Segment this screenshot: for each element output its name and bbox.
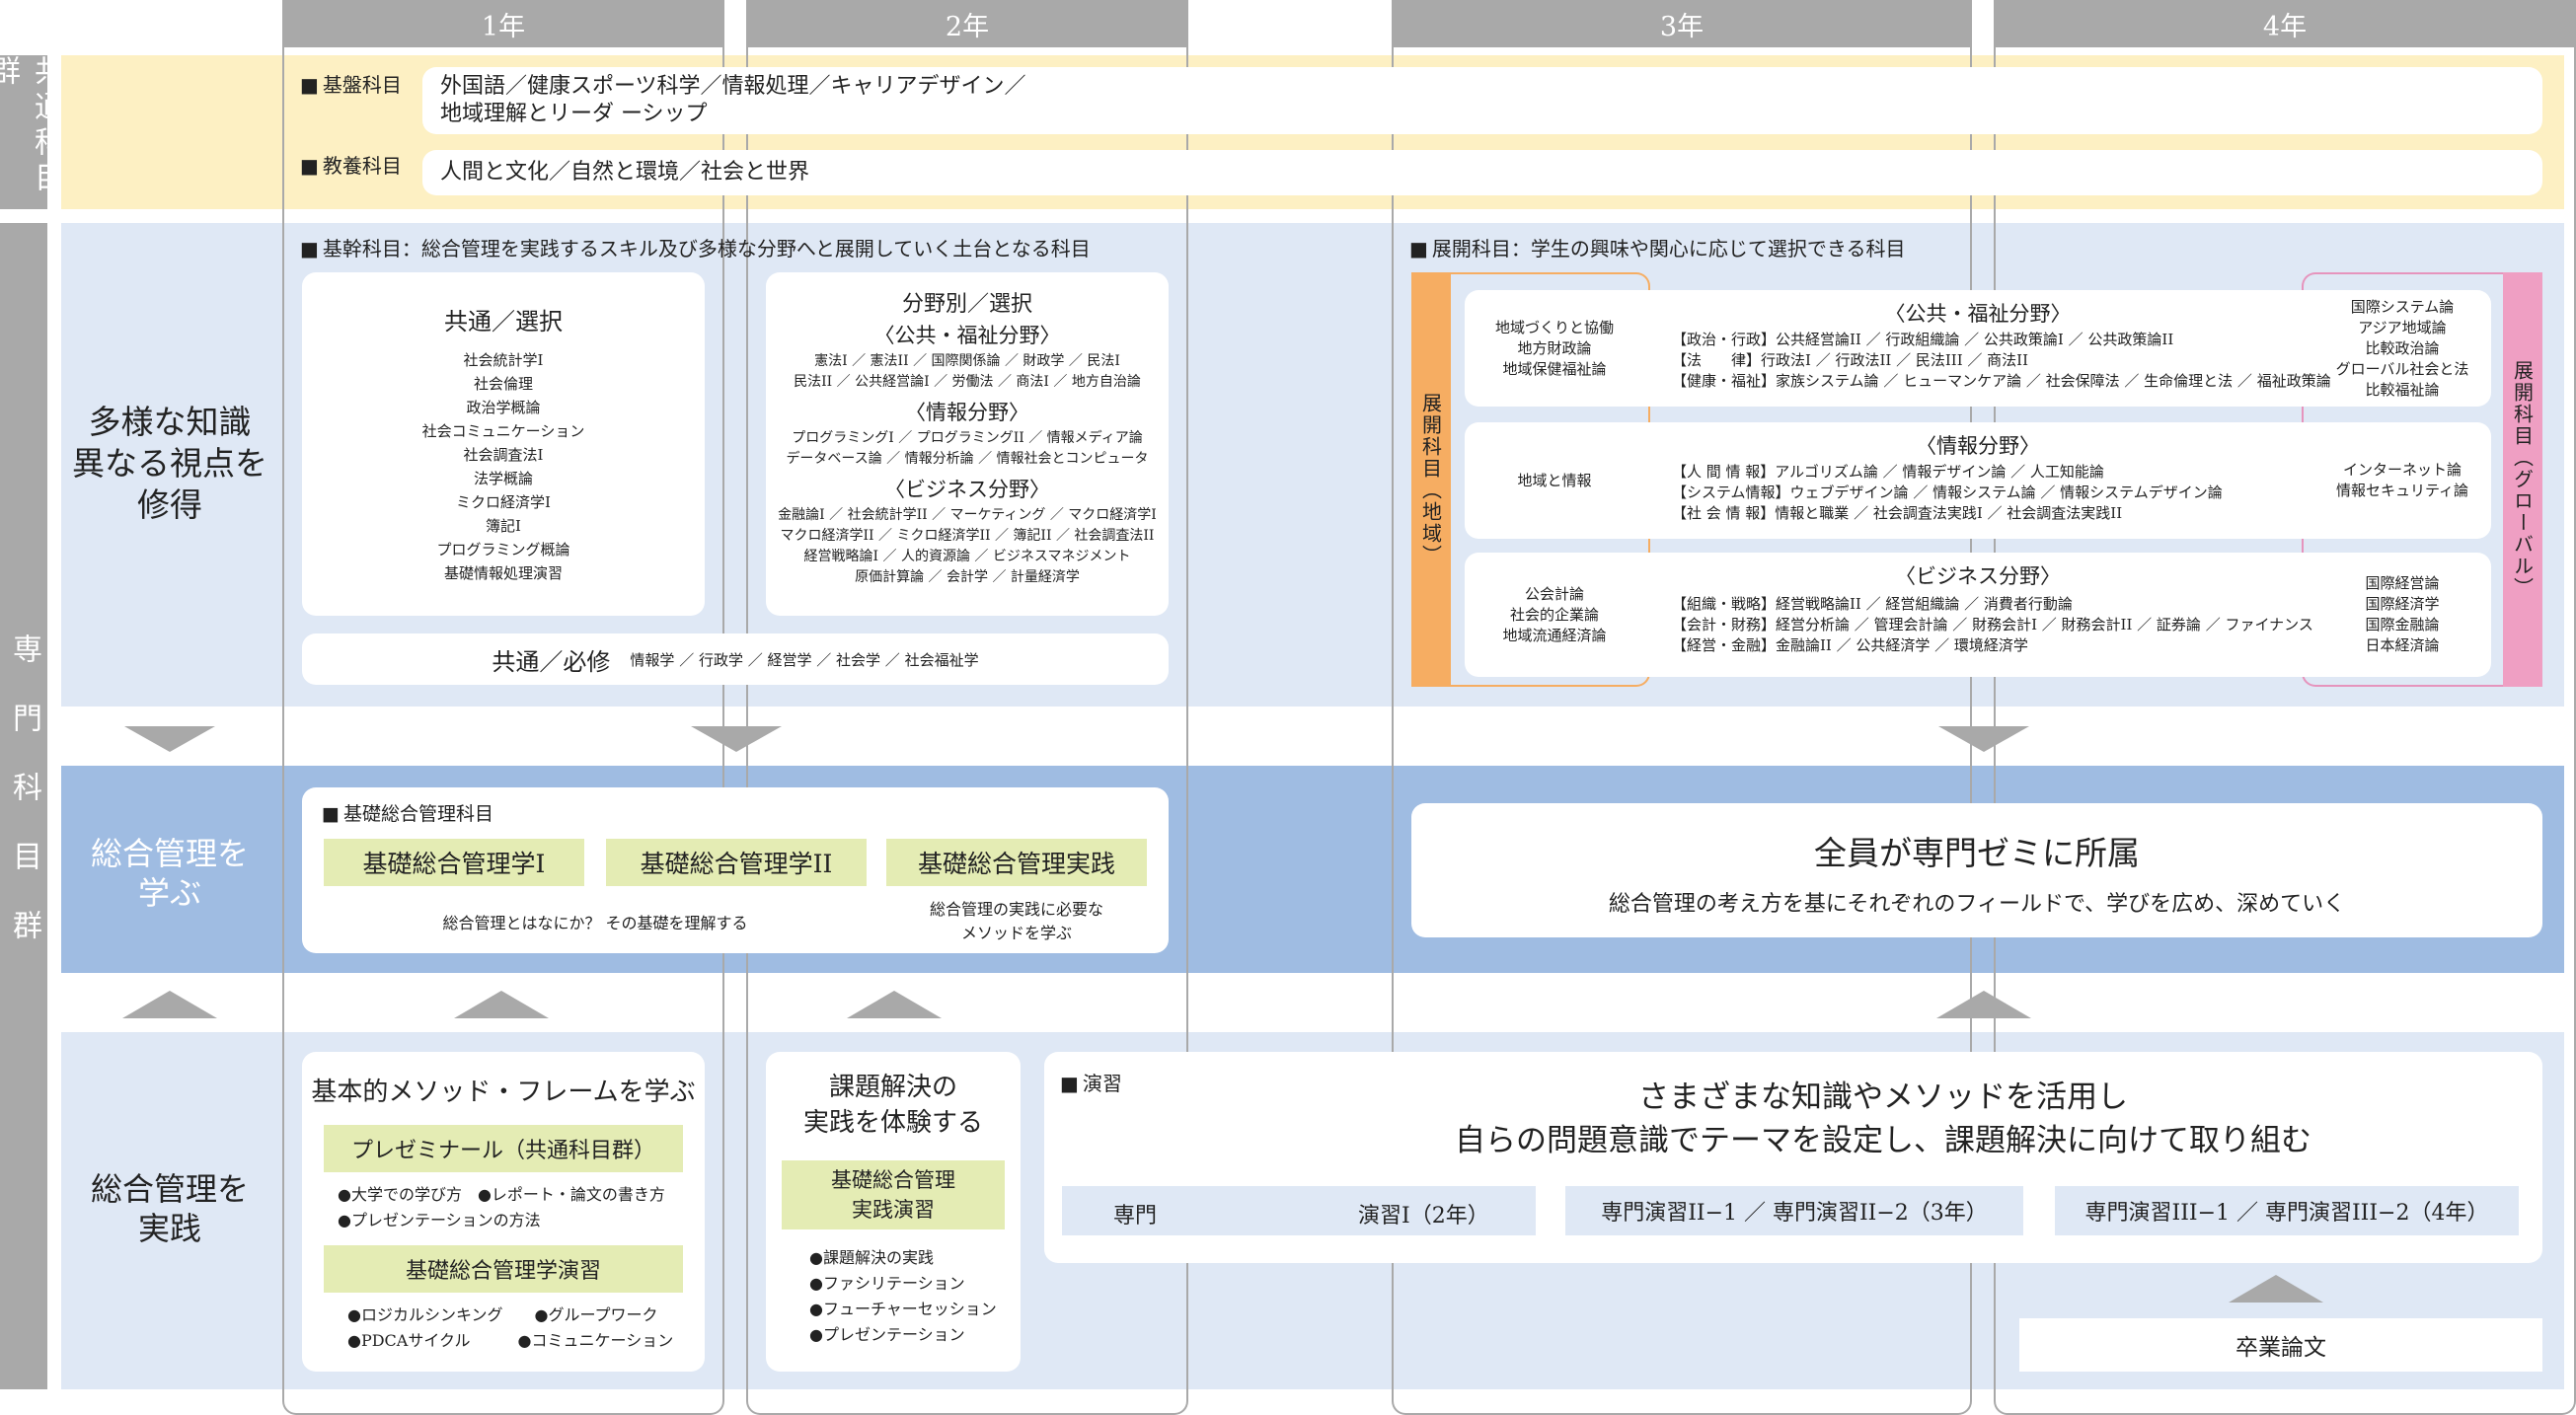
seminar-box: 全員が専門ゼミに所属 総合管理の考え方を基にそれぞれのフィールドで、学びを広め、… — [1411, 803, 2542, 937]
prezemi-items: ●大学での学び方 ●レポート・論文の書き方 ●プレゼンテーションの方法 — [338, 1185, 665, 1229]
up-arrow-icon — [1936, 991, 2031, 1018]
regional-items-public: 地域づくりと協働 地方財政論 地域保健福祉論 — [1494, 318, 1614, 378]
field-public-title: 〈公共・福祉分野〉 — [1884, 302, 2072, 326]
kyoyo-label: 教養科目 — [300, 150, 402, 179]
seminar-title: 全員が専門ゼミに所属 — [1814, 834, 2140, 872]
regional-items-biz: 公会計論 社会的企業論 地域流通経済論 — [1502, 584, 1607, 644]
up-arrow-icon — [2229, 1275, 2323, 1303]
course-kiso-2: 基礎総合管理学II — [606, 839, 867, 886]
down-arrow-icon — [691, 726, 782, 752]
up-arrow-icon — [122, 991, 217, 1018]
global-items-info: インターネット論 情報セキュリティ論 — [2335, 461, 2469, 499]
common-required-items: 情報学 ／ 行政学 ／ 経営学 ／ 社会学 ／ 社会福祉学 — [630, 650, 979, 669]
field-select-public-items: 憲法I ／ 憲法II ／ 国際関係論 ／ 財政学 ／ 民法I 民法II ／ 公共… — [794, 353, 1141, 390]
problem-solving-items: ●課題解決の実践 ●ファシリテーション ●フューチャーセッション ●プレゼンテー… — [809, 1248, 997, 1344]
year-1-header: 1年 — [282, 0, 724, 47]
field-row-public: 地域づくりと協働 地方財政論 地域保健福祉論 〈公共・福祉分野〉 【政治・行政】… — [1465, 290, 2491, 407]
regional-elective-bar: 展開科目（地域） — [1411, 272, 1451, 687]
down-arrow-icon — [124, 726, 215, 752]
up-arrow-icon — [847, 991, 942, 1018]
common-required-box: 共通／必修 情報学 ／ 行政学 ／ 経営学 ／ 社会学 ／ 社会福祉学 — [302, 633, 1169, 685]
course-kiso-1: 基礎総合管理学I — [324, 839, 584, 886]
course-practice-enshu: 基礎総合管理 実践演習 — [782, 1160, 1005, 1229]
kiso-desc-2: 総合管理の実践に必要な メソッドを学ぶ — [929, 900, 1103, 942]
field-info-rows: 【人 間 情 報】アルゴリズム論 ／ 情報デザイン論 ／ 人工知能論 【システム… — [1672, 463, 2223, 522]
field-select-biz-items: 金融論I ／ 社会統計学II ／ マーケティング ／ マクロ経済学I マクロ経済… — [778, 507, 1157, 585]
kiso-enshu-items: ●ロジカルシンキング ●グループワーク ●PDCAサイクル ●コミュニケーション — [347, 1305, 674, 1350]
enshu-title: さまざまな知識やメソッドを活用し 自らの問題意識でテーマを設定し、課題解決に向け… — [1455, 1080, 2311, 1158]
common-select-items: 社会統計学I 社会倫理 政治学概論 社会コミュニケーション 社会調査法I 法学概… — [421, 351, 585, 582]
field-row-biz: 公会計論 社会的企業論 地域流通経済論 〈ビジネス分野〉 【組織・戦略】経営戦略… — [1465, 553, 2491, 677]
thesis-box: 卒業論文 — [2019, 1318, 2542, 1372]
kiban-label: 基盤科目 — [300, 69, 402, 98]
kiso-desc-1: 総合管理とはなにか？ その基礎を理解する — [442, 914, 748, 932]
method-box-title: 基本的メソッド・フレームを学ぶ — [311, 1078, 696, 1107]
common-select-title: 共通／選択 — [444, 308, 563, 335]
field-biz-rows: 【組織・戦略】経営戦略論II ／ 経営組織論 ／ 消費者行動論 【会計・財務】経… — [1672, 595, 2313, 654]
kiso-header: 基礎総合管理科目 — [322, 799, 493, 826]
specialized-group-side-label: 専門科目群 — [0, 223, 47, 1389]
field-select-title: 分野別／選択 — [901, 292, 1032, 317]
down-arrow-icon — [1938, 726, 2029, 752]
enshu-label: 演習 — [1060, 1068, 1122, 1096]
field-info-title: 〈情報分野〉 — [1916, 434, 2040, 458]
year-4-header: 4年 — [1994, 0, 2576, 47]
year-3-header: 3年 — [1392, 0, 1972, 47]
kyoyo-box: 人間と文化／自然と環境／社会と世界 — [422, 150, 2542, 195]
common-required-title: 共通／必修 — [492, 647, 611, 676]
kikan-header: 基幹科目：総合管理を実践するスキル及び多様な分野へと展開していく土台となる科目 — [300, 233, 1091, 261]
field-row-info: 地域と情報 〈情報分野〉 【人 間 情 報】アルゴリズム論 ／ 情報デザイン論 … — [1465, 422, 2491, 539]
course-prezemi: プレゼミナール（共通科目群） — [324, 1125, 683, 1172]
global-elective-bar: 展開科目（グローバル） — [2503, 272, 2542, 687]
regional-items-info: 地域と情報 — [1517, 471, 1592, 489]
method-box: 基本的メソッド・フレームを学ぶ プレゼミナール（共通科目群） ●大学での学び方 … — [302, 1052, 705, 1372]
field-select-info-items: プログラミングI ／ プログラミングII ／ 情報メディア論 データベース論 ／… — [786, 430, 1149, 467]
row2-title: 総合管理を 学ぶ — [90, 835, 249, 912]
problem-solving-box: 課題解決の 実践を体験する 基礎総合管理 実践演習 ●課題解決の実践 ●ファシリ… — [766, 1052, 1021, 1372]
global-items-public: 国際システム論 アジア地域論 比較政治論 グローバル社会と法 比較福祉論 — [2335, 297, 2469, 399]
common-group-side-label: 共通科目群 — [0, 55, 63, 209]
global-items-biz: 国際経営論 国際経済学 国際金融論 日本経済論 — [2365, 574, 2440, 654]
field-select-info-title: 〈情報分野〉 — [905, 401, 1029, 424]
course-kiso-practice: 基礎総合管理実践 — [886, 839, 1147, 886]
enshu-1: 専門 演習I（2年） — [1062, 1186, 1536, 1235]
enshu-2: 専門演習II−1 ／ 専門演習II−2（3年） — [1565, 1186, 2023, 1235]
tenkai-header: 展開科目：学生の興味や関心に応じて選択できる科目 — [1409, 233, 1906, 261]
row3-title: 総合管理を 実践 — [90, 1170, 249, 1247]
field-select-biz-title: 〈ビジネス分野〉 — [884, 478, 1050, 501]
up-arrow-icon — [454, 991, 549, 1018]
row1-title: 多様な知識 異なる視点を 修得 — [72, 403, 267, 524]
enshu-box: 演習 さまざまな知識やメソッドを活用し 自らの問題意識でテーマを設定し、課題解決… — [1044, 1052, 2542, 1263]
enshu-3: 専門演習III−1 ／ 専門演習III−2（4年） — [2055, 1186, 2519, 1235]
kiban-box: 外国語／健康スポーツ科学／情報処理／キャリアデザイン／ 地域理解とリーダ ーシッ… — [422, 67, 2542, 134]
problem-solving-title: 課題解決の 実践を体験する — [802, 1073, 983, 1138]
field-select-public-title: 〈公共・福祉分野〉 — [873, 324, 1061, 347]
year-2-header: 2年 — [746, 0, 1188, 47]
field-select-box: 分野別／選択 〈公共・福祉分野〉 憲法I ／ 憲法II ／ 国際関係論 ／ 財政… — [766, 272, 1169, 616]
seminar-subtitle: 総合管理の考え方を基にそれぞれのフィールドで、学びを広め、深めていく — [1608, 892, 2346, 917]
field-public-rows: 【政治・行政】公共経営論II ／ 行政組織論 ／ 公共政策論I ／ 公共政策論I… — [1672, 331, 2331, 390]
common-select-box: 共通／選択 社会統計学I 社会倫理 政治学概論 社会コミュニケーション 社会調査… — [302, 272, 705, 616]
field-biz-title: 〈ビジネス分野〉 — [1895, 564, 2061, 588]
kiso-box: 基礎総合管理科目 基礎総合管理学I 基礎総合管理学II 基礎総合管理実践 総合管… — [302, 787, 1169, 953]
course-kiso-enshu: 基礎総合管理学演習 — [324, 1245, 683, 1293]
